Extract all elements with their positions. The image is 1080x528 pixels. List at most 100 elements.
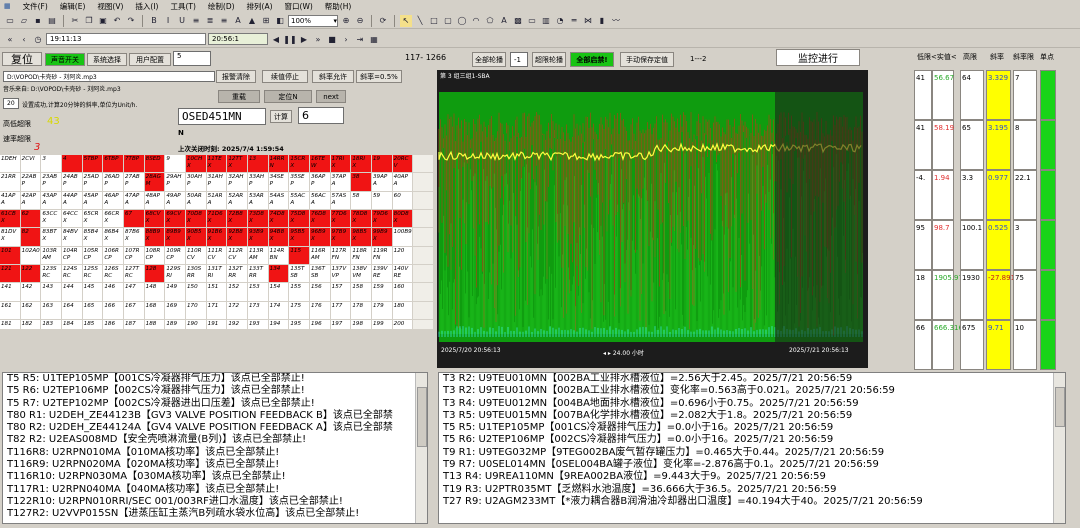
log-line[interactable]: T13 R4: U9REA110MN【9REA002BA液位】=9.443大于9…	[439, 471, 1065, 483]
point-cell[interactable]: 180	[392, 301, 413, 319]
point-cell-empty[interactable]	[413, 301, 433, 319]
left-log-scrollbar[interactable]	[415, 373, 427, 523]
point-cell[interactable]: 54AS A	[268, 191, 289, 209]
point-cell[interactable]: 158	[351, 283, 371, 301]
point-cell[interactable]: 116R AM	[309, 246, 330, 264]
point-cell[interactable]: 47AP A	[123, 191, 144, 209]
point-cell[interactable]: 153	[247, 283, 268, 301]
point-cell-empty[interactable]	[413, 173, 433, 191]
point-cell[interactable]: 171	[206, 301, 227, 319]
point-cell[interactable]: 114R BN	[268, 246, 289, 264]
point-cell[interactable]: 175	[289, 301, 309, 319]
point-cell[interactable]: 112R CV	[227, 246, 247, 264]
log-line[interactable]: T5 R6: U2TEP106MP【002CS冷凝器排气压力】=0.0小于16。…	[439, 434, 1065, 446]
point-cell[interactable]: 189	[165, 320, 185, 329]
manual-save-button[interactable]: 手动保存定值	[620, 52, 674, 67]
point-cell[interactable]: 44AP A	[61, 191, 82, 209]
counter-field[interactable]: 5	[173, 51, 211, 66]
point-cell[interactable]: 15CR X	[289, 155, 309, 173]
point-cell[interactable]: 88B9 X	[144, 228, 165, 246]
point-cell[interactable]: 42AP A	[20, 191, 41, 209]
polygon-tool-icon[interactable]: ⬠	[484, 15, 496, 27]
point-cell[interactable]: 51AR A	[206, 191, 227, 209]
point-cell[interactable]: 122	[20, 265, 41, 283]
text-tool-icon[interactable]: A	[498, 15, 510, 27]
point-cell[interactable]: 102A0	[20, 246, 41, 264]
point-cell-empty[interactable]	[413, 155, 433, 173]
image-tool-icon[interactable]: ▩	[512, 15, 524, 27]
locate-button[interactable]: 定位N	[264, 90, 312, 103]
trend-tool-icon[interactable]: 〰	[610, 15, 622, 27]
log-line[interactable]: T117R1: U2RPN040MA【040MA核功率】该点已全部禁止!	[3, 484, 427, 496]
point-cell[interactable]: 106R CP	[103, 246, 123, 264]
point-cell[interactable]: 39AP A	[371, 173, 392, 191]
point-cell[interactable]: 20RC V	[392, 155, 413, 173]
step-forward-icon[interactable]: ›	[340, 33, 352, 45]
stop-icon[interactable]: ■	[326, 33, 338, 45]
point-cell[interactable]: 121	[0, 265, 20, 283]
next-button[interactable]: next	[316, 90, 346, 103]
point-cell[interactable]: 130S RR	[185, 265, 206, 283]
point-cell[interactable]: 156	[309, 283, 330, 301]
point-cell[interactable]: 133T RR	[247, 265, 268, 283]
point-cell[interactable]: 137V VP	[330, 265, 351, 283]
point-cell[interactable]: 8SED	[144, 155, 165, 173]
overlimit-cycle-button[interactable]: 超限轮播	[532, 52, 566, 67]
point-cell[interactable]: 193	[247, 320, 268, 329]
point-cell[interactable]: 162	[20, 301, 41, 319]
point-cell[interactable]: 53AR A	[247, 191, 268, 209]
point-cell[interactable]: 96B9 X	[309, 228, 330, 246]
point-cell[interactable]: 178	[351, 301, 371, 319]
menu-edit[interactable]: 编辑(E)	[60, 1, 86, 12]
point-cell[interactable]: 148	[144, 283, 165, 301]
print-icon[interactable]: ▤	[46, 15, 58, 27]
point-cell[interactable]: 198	[351, 320, 371, 329]
redo-icon[interactable]: ↷	[125, 15, 137, 27]
point-cell[interactable]: 167	[123, 301, 144, 319]
point-cell[interactable]: 72B8 X	[227, 210, 247, 228]
log-line[interactable]: T122R10: U2RPN010RRI/SEC 001/003RF进口水温度】…	[3, 496, 427, 508]
point-cell[interactable]: 120	[392, 246, 413, 264]
current-time-field[interactable]: 20:56:1	[208, 33, 268, 45]
zoom-in-icon[interactable]: ⊕	[340, 15, 352, 27]
log-line[interactable]: T82 R2: U2EAS008MD【安全壳喷淋流量(B列)】该点已全部禁止!	[3, 434, 427, 446]
point-cell[interactable]: 38	[351, 173, 371, 191]
point-cell[interactable]: 179	[371, 301, 392, 319]
continue-stop-button[interactable]: 续值停止	[262, 70, 308, 83]
log-line[interactable]: T5 R5: U1TEP105MP【001CS冷凝器排气压力】该点已全部禁止!	[3, 373, 427, 385]
point-cell[interactable]: 186	[103, 320, 123, 329]
point-cell[interactable]: 134	[268, 265, 289, 283]
point-cell[interactable]: 77D6 X	[330, 210, 351, 228]
point-cell[interactable]: 188	[144, 320, 165, 329]
point-cell[interactable]: 75D8 X	[289, 210, 309, 228]
point-cell[interactable]: 173	[247, 301, 268, 319]
point-cell[interactable]: 83BT X	[41, 228, 61, 246]
minus-one-field[interactable]: -1	[510, 52, 528, 67]
ellipse-tool-icon[interactable]: ◯	[456, 15, 468, 27]
point-cell[interactable]: 155	[289, 283, 309, 301]
point-cell[interactable]: 90B5 X	[185, 228, 206, 246]
point-cell[interactable]: 35SE P	[289, 173, 309, 191]
point-cell[interactable]: 145	[82, 283, 103, 301]
interval-field[interactable]: 20	[3, 98, 19, 109]
single-point-indicator[interactable]	[1040, 170, 1056, 220]
log-line[interactable]: T80 R2: U2DEH_ZE44124A【GV4 VALVE POSITIO…	[3, 422, 427, 434]
gauge-tool-icon[interactable]: ◔	[554, 15, 566, 27]
right-log-scrollbar[interactable]	[1053, 373, 1065, 523]
all-cycle-button[interactable]: 全部轮播	[472, 52, 506, 67]
trend-plot[interactable]	[437, 70, 868, 368]
point-cell[interactable]: 76D8 X	[309, 210, 330, 228]
align-right-icon[interactable]: ≡	[218, 15, 230, 27]
point-cell[interactable]: 17RI X	[330, 155, 351, 173]
point-cell[interactable]: 165	[82, 301, 103, 319]
point-cell[interactable]: 94B8 X	[268, 228, 289, 246]
slope-allow-button[interactable]: 斜率允许	[312, 70, 354, 83]
chart-tool-icon[interactable]: ▥	[540, 15, 552, 27]
calc-button[interactable]: 计算	[270, 110, 292, 123]
single-point-indicator[interactable]	[1040, 120, 1056, 170]
point-cell[interactable]: 19	[371, 155, 392, 173]
point-cell[interactable]: 52AR A	[227, 191, 247, 209]
point-cell[interactable]: 139V RE	[371, 265, 392, 283]
user-config-button[interactable]: 用户配置	[129, 53, 171, 66]
point-cell[interactable]: 58	[351, 191, 371, 209]
